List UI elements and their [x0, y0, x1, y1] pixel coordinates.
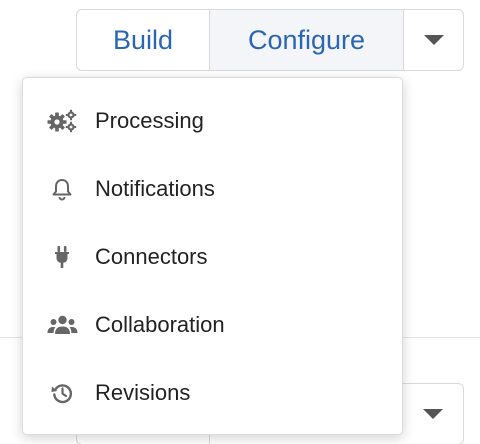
mode-button-group: Build Configure	[76, 9, 464, 71]
caret-down-icon	[423, 409, 443, 419]
build-button[interactable]: Build	[77, 10, 210, 70]
menu-item-notifications[interactable]: Notifications	[23, 155, 402, 223]
more-dropdown-toggle[interactable]	[404, 10, 463, 70]
menu-item-revisions[interactable]: Revisions	[23, 359, 402, 427]
menu-item-connectors[interactable]: Connectors	[23, 223, 402, 291]
page: Build Configure Processing Notifications…	[0, 0, 480, 444]
dropdown-menu: Processing Notifications Connectors Coll…	[22, 77, 403, 435]
menu-item-label: Processing	[95, 108, 204, 133]
configure-button[interactable]: Configure	[210, 10, 404, 70]
gears-icon	[47, 107, 83, 135]
plug-icon	[47, 243, 83, 271]
bell-icon	[47, 175, 83, 203]
menu-item-label: Collaboration	[95, 312, 225, 337]
caret-down-icon	[423, 35, 444, 45]
menu-item-label: Notifications	[95, 176, 215, 201]
menu-item-collaboration[interactable]: Collaboration	[23, 291, 402, 359]
menu-item-processing[interactable]: Processing	[23, 87, 402, 155]
history-icon	[47, 379, 83, 407]
secondary-dropdown-toggle[interactable]	[403, 384, 463, 444]
menu-item-label: Revisions	[95, 380, 191, 405]
menu-item-label: Connectors	[95, 244, 208, 269]
users-icon	[47, 311, 83, 339]
